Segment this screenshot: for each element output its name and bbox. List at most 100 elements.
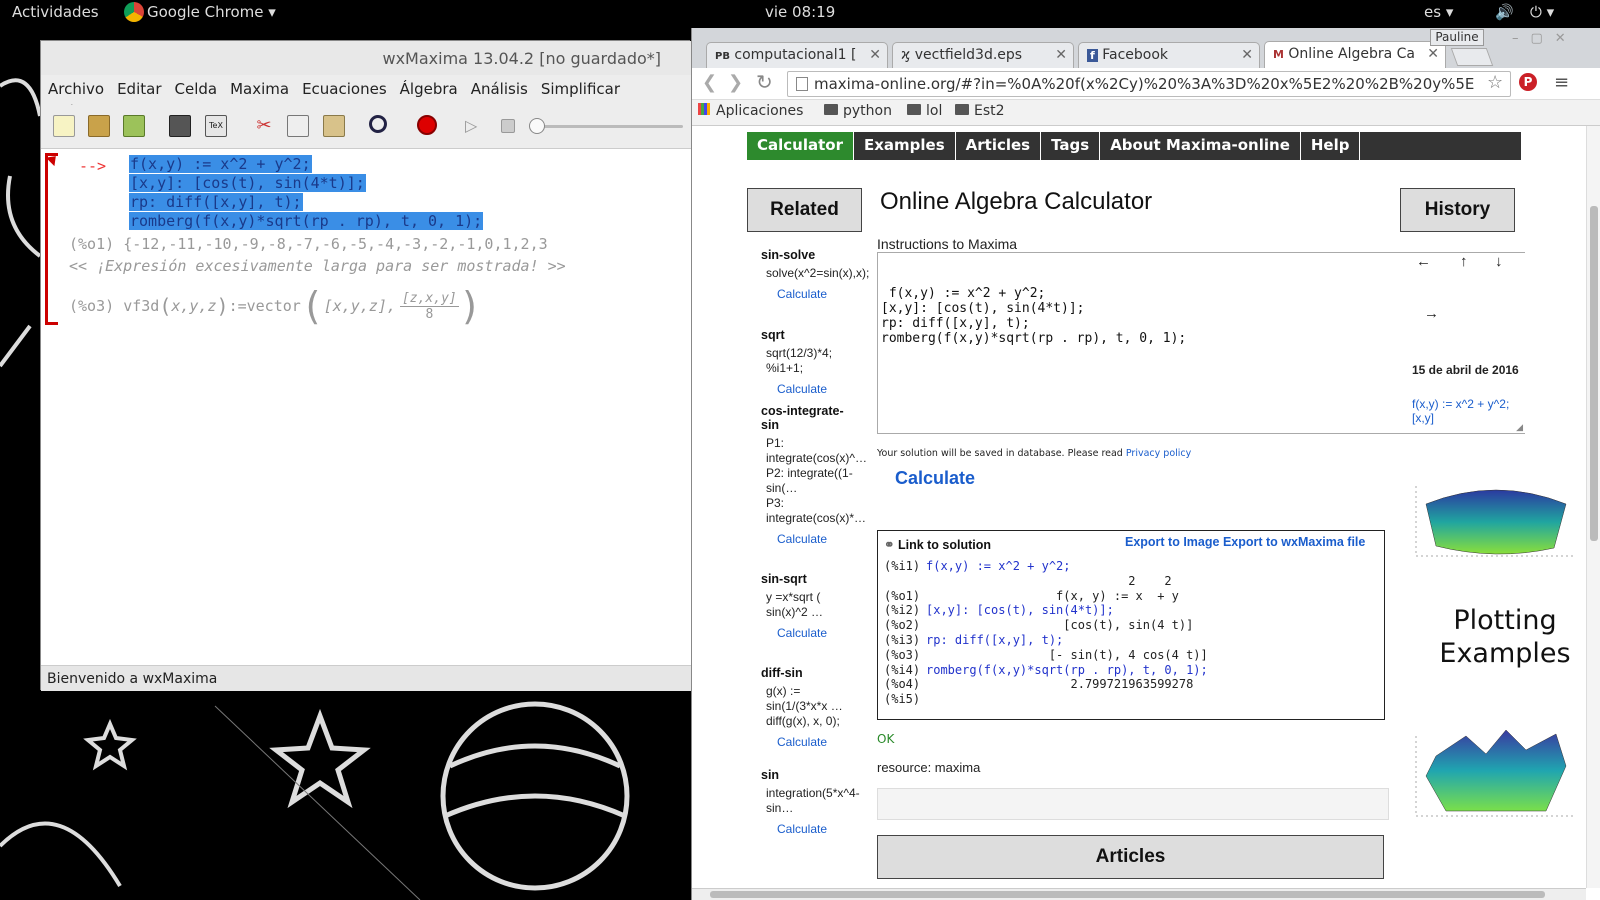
- nav-calculator[interactable]: Calculator: [747, 132, 854, 160]
- nav-help[interactable]: Help: [1301, 132, 1361, 160]
- active-app-menu[interactable]: Google Chrome ▾: [147, 3, 276, 21]
- nav-tags[interactable]: Tags: [1041, 132, 1101, 160]
- activities-button[interactable]: Actividades: [12, 3, 99, 21]
- export-image-link[interactable]: Export to Image: [1125, 535, 1219, 549]
- menu-maxima[interactable]: Maxima: [223, 75, 295, 98]
- related-button[interactable]: Related: [747, 188, 862, 232]
- sidebar-item-title[interactable]: cos-integrate-sin: [747, 404, 857, 432]
- menu-analisis[interactable]: Análisis: [464, 75, 534, 98]
- forward-icon[interactable]: ❯: [728, 72, 743, 93]
- wxmaxima-titlebar[interactable]: wxMaxima 13.04.2 [no guardado*]: [41, 41, 691, 75]
- pinterest-icon[interactable]: P: [1519, 73, 1537, 91]
- close-tab-icon[interactable]: ✕: [1055, 47, 1067, 63]
- link-to-solution[interactable]: ⚭ Link to solution: [884, 537, 991, 552]
- profile-button[interactable]: Pauline: [1430, 29, 1484, 46]
- copy-icon[interactable]: [287, 115, 309, 137]
- bookmark-python[interactable]: python: [824, 103, 892, 119]
- result-line-label: (%i5): [884, 692, 921, 707]
- export-wxmaxima-link[interactable]: Export to wxMaxima file: [1223, 535, 1365, 549]
- menu-ecuaciones[interactable]: Ecuaciones: [295, 75, 393, 98]
- horizontal-scrollbar[interactable]: [692, 888, 1586, 900]
- result-line: (%i1) f(x,y) := x^2 + y^2;: [884, 559, 1208, 574]
- sidebar-item-title[interactable]: sin: [747, 768, 857, 782]
- tab-vectfield3d[interactable]: ϗ vectfield3d.eps ✕: [892, 42, 1074, 68]
- menu-icon[interactable]: ≡: [1554, 72, 1569, 93]
- reload-icon[interactable]: ↻: [756, 70, 773, 94]
- resize-handle-icon[interactable]: ◢: [1516, 423, 1523, 433]
- vertical-scrollbar-thumb[interactable]: [1590, 206, 1598, 541]
- sidebar-calculate-link[interactable]: Calculate: [747, 382, 857, 396]
- sidebar-calculate-link[interactable]: Calculate: [747, 287, 857, 301]
- vertical-scrollbar[interactable]: [1586, 126, 1600, 888]
- nav-examples[interactable]: Examples: [854, 132, 956, 160]
- menu-editar[interactable]: Editar: [110, 75, 167, 98]
- language-indicator[interactable]: es ▾: [1424, 3, 1453, 21]
- back-icon[interactable]: ❮: [702, 72, 717, 93]
- menu-simplificar[interactable]: Simplificar: [534, 75, 626, 98]
- print-icon[interactable]: [169, 115, 191, 137]
- bookmark-apps[interactable]: Aplicaciones: [698, 103, 803, 119]
- record-icon[interactable]: [417, 115, 437, 135]
- nav-articles[interactable]: Articles: [956, 132, 1042, 160]
- sidebar-item-title[interactable]: diff-sin: [747, 666, 857, 680]
- clock[interactable]: vie 08:19: [765, 3, 835, 21]
- wxmaxima-document[interactable]: --> f(x,y) := x^2 + y^2; [x,y]: [cos(t),…: [41, 149, 691, 665]
- articles-button[interactable]: Articles: [877, 835, 1384, 879]
- close-tab-icon[interactable]: ✕: [1241, 47, 1253, 63]
- new-file-icon[interactable]: [53, 115, 75, 137]
- arrow-right-icon[interactable]: →: [1424, 305, 1439, 322]
- url-input[interactable]: maxima-online.org/#?in=%0A%20f(x%2Cy)%20…: [787, 71, 1511, 97]
- instructions-textarea[interactable]: f(x,y) := x^2 + y^2; [x,y]: [cos(t), sin…: [877, 252, 1525, 434]
- tab-computacional1[interactable]: PB computacional1 [✕: [706, 42, 888, 68]
- history-button[interactable]: History: [1400, 188, 1515, 232]
- folder-icon: [824, 104, 838, 115]
- save-icon[interactable]: [123, 115, 145, 137]
- sidebar-item-title[interactable]: sqrt: [747, 328, 857, 342]
- input-cell[interactable]: f(x,y) := x^2 + y^2; [x,y]: [cos(t), sin…: [129, 155, 484, 231]
- stop-icon[interactable]: [501, 119, 515, 133]
- sidebar-calculate-link[interactable]: Calculate: [747, 532, 857, 546]
- arrow-left-icon[interactable]: ←: [1416, 253, 1431, 270]
- url-text: maxima-online.org/#?in=%0A%20f(x%2Cy)%20…: [814, 75, 1475, 93]
- calculate-button[interactable]: Calculate: [895, 468, 975, 489]
- close-tab-icon[interactable]: ✕: [869, 47, 881, 63]
- sidebar-calculate-link[interactable]: Calculate: [747, 735, 857, 749]
- result-line-label: (%i4): [884, 662, 921, 677]
- bookmark-star-icon[interactable]: ☆: [1487, 72, 1503, 93]
- play-icon[interactable]: ▷: [465, 115, 487, 137]
- animation-slider-handle[interactable]: [529, 118, 545, 134]
- open-folder-icon[interactable]: [88, 115, 110, 137]
- close-tab-icon[interactable]: ✕: [1427, 46, 1439, 62]
- menu-celda[interactable]: Celda: [168, 75, 224, 98]
- tex-icon[interactable]: TeX: [205, 115, 227, 137]
- tab-online-algebra[interactable]: M Online Algebra Ca ✕: [1264, 41, 1446, 69]
- arrow-down-icon[interactable]: ↓: [1495, 253, 1503, 270]
- horizontal-scrollbar-thumb[interactable]: [710, 891, 1545, 898]
- sidebar-calculate-link[interactable]: Calculate: [747, 626, 857, 640]
- paste-icon[interactable]: [323, 115, 345, 137]
- page-info-icon[interactable]: [796, 77, 808, 91]
- new-tab-button[interactable]: [1450, 48, 1494, 66]
- sidebar-item-title[interactable]: sin-sqrt: [747, 572, 857, 586]
- animation-slider-track[interactable]: [533, 125, 683, 128]
- plotting-examples-title[interactable]: Plotting Examples: [1430, 604, 1580, 670]
- bookmark-est2[interactable]: Est2: [955, 103, 1005, 119]
- cut-icon[interactable]: ✂: [253, 115, 275, 137]
- bookmark-lol[interactable]: lol: [907, 103, 942, 119]
- arrow-up-icon[interactable]: ↑: [1460, 253, 1468, 270]
- volume-icon[interactable]: 🔊: [1495, 3, 1514, 21]
- status-ok: OK: [877, 732, 895, 746]
- history-entry[interactable]: f(x,y) := x^2 + y^2; [x,y]: [1412, 397, 1522, 425]
- sidebar-item-title[interactable]: sin-solve: [747, 248, 857, 262]
- tab-facebook[interactable]: f Facebook ✕: [1078, 42, 1260, 68]
- power-icon[interactable]: ⏻ ▾: [1530, 3, 1554, 21]
- nav-about[interactable]: About Maxima-online: [1100, 132, 1301, 160]
- privacy-policy-link[interactable]: Privacy policy: [1126, 448, 1191, 459]
- cell-bracket[interactable]: [45, 153, 58, 325]
- sidebar-calculate-link[interactable]: Calculate: [747, 822, 857, 836]
- search-icon[interactable]: [369, 115, 387, 133]
- bookmark-apps-label: Aplicaciones: [716, 103, 804, 119]
- window-controls[interactable]: –▢✕: [1512, 31, 1578, 46]
- menu-archivo[interactable]: Archivo: [41, 75, 110, 98]
- menu-algebra[interactable]: Álgebra: [393, 75, 464, 98]
